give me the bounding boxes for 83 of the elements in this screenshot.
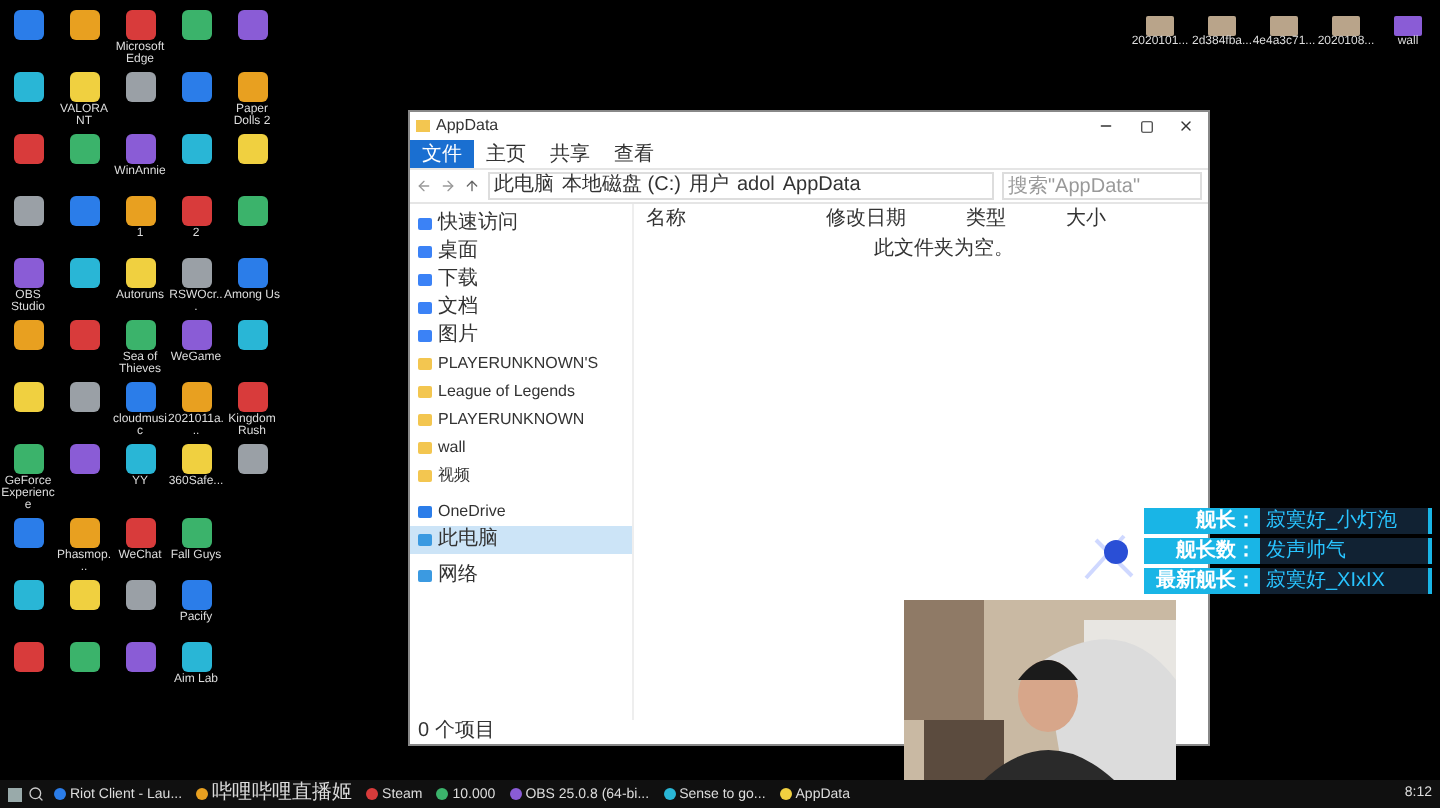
app-icon[interactable] [125,320,155,350]
app-icon[interactable] [125,444,155,474]
app-icon[interactable] [125,580,155,610]
nav-item[interactable]: PLAYERUNKNOWN'S [410,350,632,378]
column-header[interactable]: 修改日期 [826,203,966,233]
app-icon[interactable] [181,382,211,412]
app-icon[interactable] [125,258,155,288]
app-icon[interactable] [125,72,155,102]
empty-message: 此文件夹为空。 [874,235,1016,264]
app-icon[interactable] [181,134,211,164]
taskbar-item[interactable]: 哔哩哔哩直播姬 [192,784,357,804]
overlay-value: 寂寞好_XIxIX [1260,568,1432,594]
folder-icon [418,470,432,482]
ribbon-tab[interactable]: 共享 [538,140,602,168]
app-icon[interactable] [237,320,267,350]
start-icon[interactable] [8,787,22,801]
nav-item[interactable]: 文档 [410,294,632,322]
app-icon[interactable] [69,642,99,672]
nav-item[interactable]: 视频 [410,462,632,490]
window-title: AppData [436,114,501,138]
app-icon[interactable] [69,518,99,548]
breadcrumb[interactable]: 本地磁盘 (C:) [562,176,681,196]
close-icon[interactable] [1178,118,1194,134]
nav-item[interactable]: League of Legends [410,378,632,406]
status-text: 0 个项目 [416,720,497,744]
address-bar[interactable]: 此电脑 本地磁盘 (C:) 用户 adol AppData [488,172,994,200]
app-icon[interactable] [13,580,43,610]
app-icon[interactable] [69,580,99,610]
folder-icon [416,120,430,132]
app-icon[interactable] [237,444,267,474]
folder-icon [418,414,432,426]
overlay-label: 最新舰长： [1144,568,1260,594]
up-icon[interactable] [464,178,480,194]
folder-icon [418,442,432,454]
app-icon[interactable] [13,444,43,474]
app-icon[interactable] [69,72,99,102]
app-icon[interactable] [237,72,267,102]
nav-item[interactable]: 快速访问 [410,210,632,238]
nav-item[interactable]: OneDrive [410,498,632,526]
back-icon[interactable] [416,178,432,194]
nav-item[interactable]: 此电脑 [410,526,632,554]
breadcrumb[interactable]: adol [736,176,775,196]
app-icon[interactable] [181,518,211,548]
app-icon[interactable] [181,258,211,288]
overlay-value: 发声帅气 [1260,538,1432,564]
breadcrumb[interactable]: 用户 [688,176,729,196]
ribbon-tab[interactable]: 文件 [410,140,474,168]
column-header[interactable]: 类型 [966,203,1066,233]
app-icon[interactable] [181,10,211,40]
app-icon[interactable] [69,258,99,288]
search-field[interactable]: 搜索"AppData" [1002,172,1202,200]
maximize-icon[interactable] [1140,119,1154,133]
app-icon[interactable] [13,72,43,102]
nav-item[interactable]: 图片 [410,322,632,350]
nav-item[interactable]: wall [410,434,632,462]
app-icon[interactable] [181,444,211,474]
app-icon[interactable] [69,10,99,40]
breadcrumb[interactable]: 此电脑 [494,176,554,196]
folder-icon [418,358,432,370]
search-icon[interactable] [28,786,44,802]
breadcrumb[interactable]: AppData [782,176,861,196]
overlay-value: 寂寞好_小灯泡 [1260,508,1432,534]
overlay-label: 舰长数： [1144,538,1260,564]
column-header[interactable]: 名称 [646,203,826,233]
app-icon[interactable] [181,642,211,672]
nav-item[interactable]: 下载 [410,266,632,294]
forward-icon[interactable] [440,178,456,194]
column-header[interactable]: 大小 [1066,203,1146,233]
app-icon[interactable] [13,320,43,350]
ribbon-tab[interactable]: 查看 [602,140,666,168]
app-icon[interactable] [125,196,155,226]
nav-item[interactable]: 网络 [410,562,632,590]
app-icon[interactable] [237,196,267,226]
app-icon[interactable] [237,134,267,164]
overlay-label: 舰长： [1144,508,1260,534]
ribbon-tab[interactable]: 主页 [474,140,538,168]
nav-item[interactable]: PLAYERUNKNOWN [410,406,632,434]
app-icon[interactable] [13,382,43,412]
app-icon[interactable] [13,196,43,226]
app-icon[interactable] [69,134,99,164]
nav-item[interactable]: 桌面 [410,238,632,266]
folder-icon [418,386,432,398]
app-icon[interactable] [69,382,99,412]
